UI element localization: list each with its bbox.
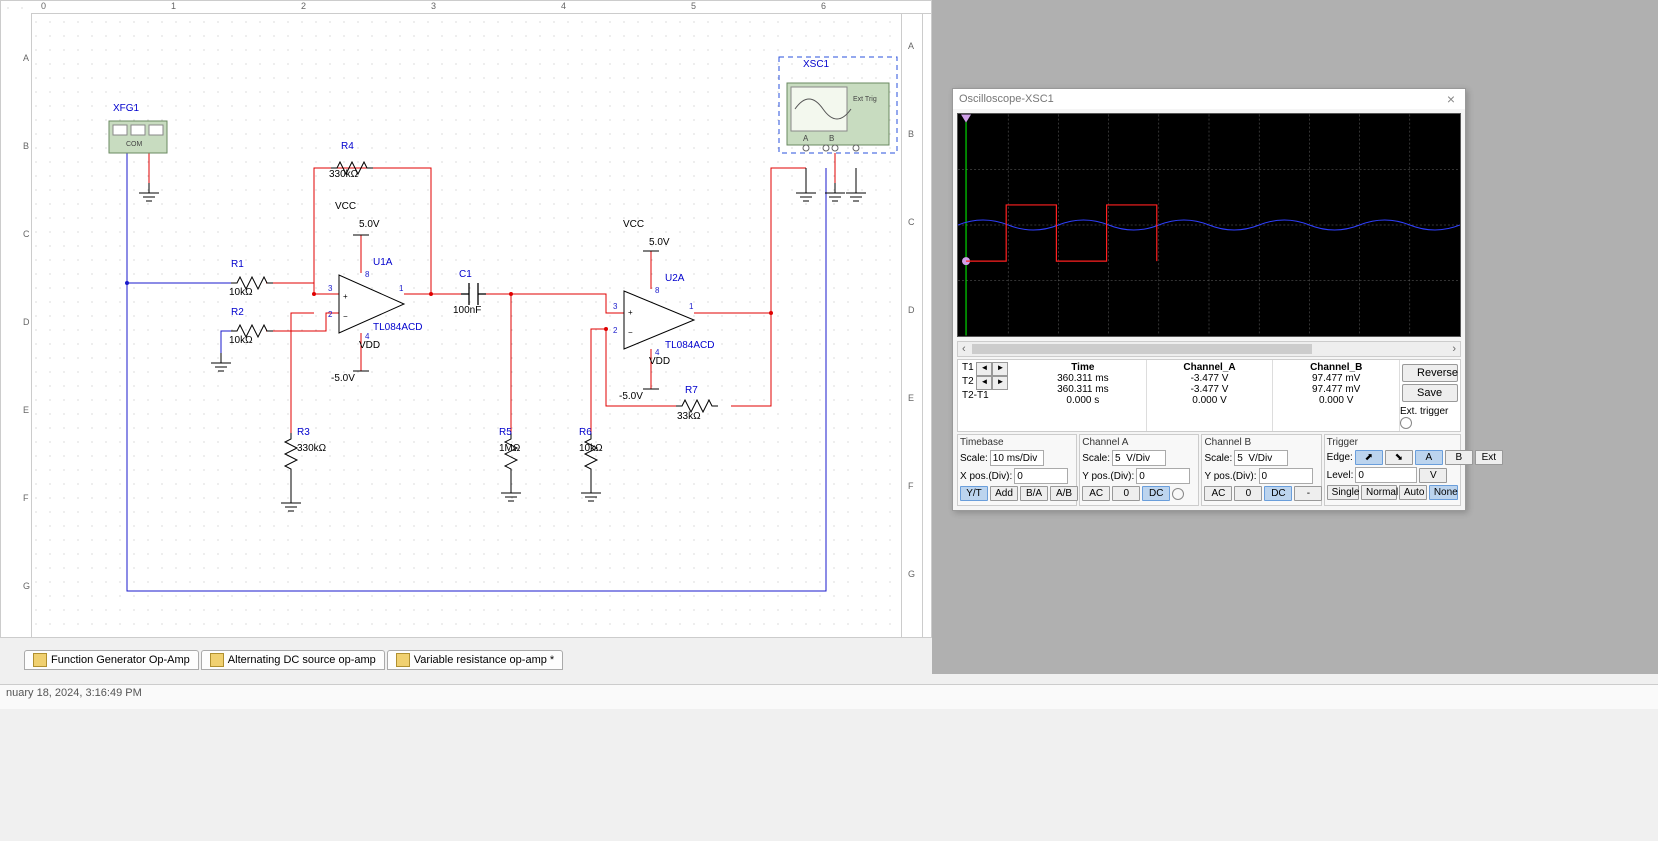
timebase-group: Timebase Scale: X pos.(Div): Y/T Add B/A… <box>957 434 1077 506</box>
capacitor-c1 <box>461 283 486 305</box>
mode-yt-button[interactable]: Y/T <box>960 486 988 501</box>
sheet-icon <box>33 653 47 667</box>
ruler-vertical: A B C D E F G <box>1 13 32 637</box>
svg-text:1: 1 <box>399 284 404 293</box>
resistor-r3 <box>285 433 297 475</box>
trigger-level-input[interactable] <box>1355 467 1417 483</box>
svg-text:+: + <box>628 308 633 317</box>
cha-dc-button[interactable]: DC <box>1142 486 1170 501</box>
close-icon[interactable]: × <box>1443 89 1459 109</box>
ruler-horizontal: 0 1 2 3 4 5 6 <box>31 1 931 14</box>
reverse-button[interactable]: Reverse <box>1402 364 1458 382</box>
resistor-r6 <box>585 433 597 475</box>
cursor-t1-right[interactable]: ► <box>992 362 1008 376</box>
label-xfg1: XFG1 <box>113 103 139 114</box>
mode-add-button[interactable]: Add <box>990 486 1018 501</box>
status-bar: nuary 18, 2024, 3:16:49 PM <box>0 684 1658 709</box>
timebase-xpos-input[interactable] <box>1014 468 1068 484</box>
channel-a-group: Channel A Scale: Y pos.(Div): AC 0 DC <box>1079 434 1199 506</box>
svg-text:8: 8 <box>655 286 660 295</box>
resistor-r5 <box>505 433 517 475</box>
trig-src-ext-button[interactable]: Ext <box>1475 450 1503 465</box>
edge-rise-button[interactable]: ⬈ <box>1355 450 1383 465</box>
sheet-tab[interactable]: Variable resistance op-amp * <box>387 650 563 670</box>
instrument-xsc1[interactable]: Ext Trig A B <box>779 57 897 153</box>
mode-ab-button[interactable]: A/B <box>1050 486 1078 501</box>
sheet-icon <box>210 653 224 667</box>
mode-ba-button[interactable]: B/A <box>1020 486 1048 501</box>
svg-text:2: 2 <box>328 310 333 319</box>
chb-dc-button[interactable]: DC <box>1264 486 1292 501</box>
cursor-t2-left[interactable]: ◄ <box>976 376 992 390</box>
sheet-tabs: Function Generator Op-Amp Alternating DC… <box>24 649 565 671</box>
timebase-scale-input[interactable] <box>990 450 1044 466</box>
oscilloscope-window[interactable]: Oscilloscope-XSC1 × <box>952 88 1466 511</box>
save-button[interactable]: Save <box>1402 384 1458 402</box>
cursor-t1-left[interactable]: ◄ <box>976 362 992 376</box>
cha-ypos-input[interactable] <box>1136 468 1190 484</box>
svg-text:3: 3 <box>328 284 333 293</box>
ruler-vertical-right: A B C D E F G <box>901 1 923 637</box>
cha-zero-button[interactable]: 0 <box>1112 486 1140 501</box>
chb-ypos-input[interactable] <box>1259 468 1313 484</box>
svg-text:COM: COM <box>126 141 143 148</box>
edge-fall-button[interactable]: ⬊ <box>1385 450 1413 465</box>
cha-color-radio[interactable] <box>1172 488 1184 500</box>
svg-text:B: B <box>829 134 834 143</box>
svg-text:3: 3 <box>613 302 618 311</box>
trig-single-button[interactable]: Single <box>1327 485 1359 500</box>
trig-src-b-button[interactable]: B <box>1445 450 1473 465</box>
svg-text:A: A <box>803 134 809 143</box>
oscilloscope-titlebar[interactable]: Oscilloscope-XSC1 × <box>953 89 1465 109</box>
ext-trigger-radio[interactable] <box>1400 417 1412 429</box>
svg-text:−: − <box>628 328 633 337</box>
schematic-svg: +− +− 3 2 1 8 4 3 2 1 8 4 <box>31 13 931 637</box>
sheet-icon <box>396 653 410 667</box>
cha-scale-input[interactable] <box>1112 450 1166 466</box>
sheet-tab[interactable]: Function Generator Op-Amp <box>24 650 199 670</box>
svg-text:2: 2 <box>613 326 618 335</box>
schematic-canvas[interactable]: 0 1 2 3 4 5 6 A B C D E F G A B C D E F … <box>0 0 932 638</box>
svg-text:Ext Trig: Ext Trig <box>853 96 877 103</box>
trig-src-a-button[interactable]: A <box>1415 450 1443 465</box>
cursor-t2-right[interactable]: ► <box>992 376 1008 390</box>
scope-scrollbar[interactable]: ‹ › <box>957 341 1461 357</box>
trig-normal-button[interactable]: Normal <box>1361 485 1397 500</box>
sheet-tab[interactable]: Alternating DC source op-amp <box>201 650 385 670</box>
label-xsc1: XSC1 <box>803 59 829 70</box>
scope-cursor-readout: T1 ◄► T2 ◄► T2-T1 Time360.311 ms360.311 … <box>957 359 1461 432</box>
chb-scale-input[interactable] <box>1234 450 1288 466</box>
status-datetime: nuary 18, 2024, 3:16:49 PM <box>6 687 142 699</box>
chb-ac-button[interactable]: AC <box>1204 486 1232 501</box>
chb-minus-button[interactable]: - <box>1294 486 1322 501</box>
instrument-xfg1[interactable]: COM <box>109 121 167 153</box>
svg-text:1: 1 <box>689 302 694 311</box>
svg-text:−: − <box>343 312 348 321</box>
oscilloscope-screen[interactable] <box>957 113 1461 337</box>
trig-none-button[interactable]: None <box>1429 485 1458 500</box>
channel-b-group: Channel B Scale: Y pos.(Div): AC 0 DC - <box>1201 434 1321 506</box>
svg-text:8: 8 <box>365 270 370 279</box>
svg-text:+: + <box>343 292 348 301</box>
trigger-group: Trigger Edge: ⬈ ⬊ A B Ext Level:V Single… <box>1324 434 1461 506</box>
trig-auto-button[interactable]: Auto <box>1399 485 1427 500</box>
chb-zero-button[interactable]: 0 <box>1234 486 1262 501</box>
ground-icon <box>139 183 159 201</box>
cha-ac-button[interactable]: AC <box>1082 486 1110 501</box>
